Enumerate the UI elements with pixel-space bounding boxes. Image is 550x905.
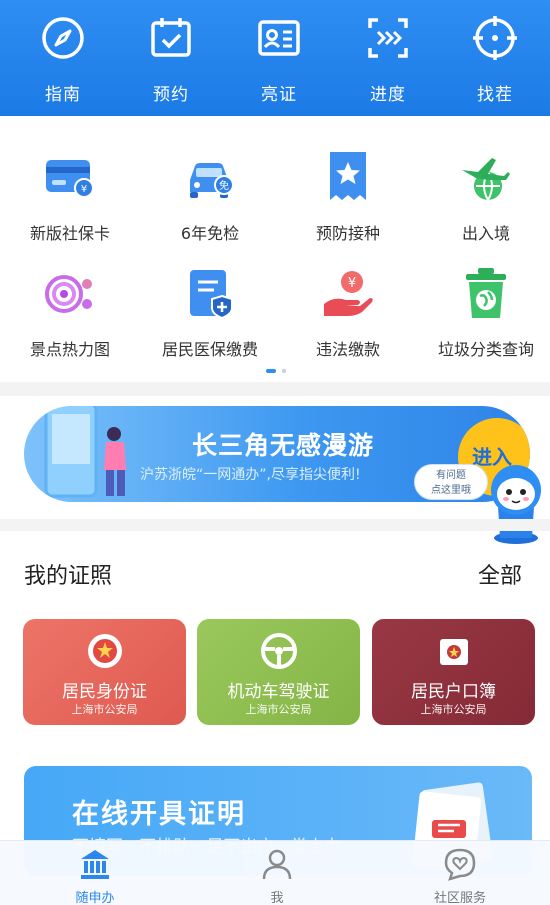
bank-building-icon <box>81 850 109 879</box>
service-label: 居民医保缴费 <box>161 340 258 359</box>
service-medical-insurance[interactable]: 居民医保缴费 <box>140 266 280 360</box>
tab-suishenban[interactable]: 随申办 <box>40 847 150 905</box>
help-bubble[interactable]: 有问题 点这里哦 <box>414 464 488 500</box>
trash-globe-icon <box>466 268 506 318</box>
phone-illustration <box>44 406 126 498</box>
service-label: 6年免检 <box>180 224 240 243</box>
top-nav-appointment[interactable]: 预约 <box>131 14 211 105</box>
license-issuer: 上海市公安局 <box>420 703 487 716</box>
fine-payment-icon: ¥ <box>324 271 373 316</box>
top-nav-show-license[interactable]: 亮证 <box>239 14 319 105</box>
service-fine-payment[interactable]: ¥ 违法缴款 <box>278 266 418 360</box>
section-divider <box>0 382 550 396</box>
assistant-mascot-icon[interactable] <box>484 462 548 546</box>
service-label: 出入境 <box>461 224 510 243</box>
license-card-driving[interactable]: 机动车驾驶证 上海市公安局 <box>197 619 360 725</box>
social-security-card-icon: ¥ <box>46 160 94 198</box>
license-title: 居民身份证 <box>62 682 147 702</box>
service-label: 违法缴款 <box>315 340 380 359</box>
license-title: 机动车驾驶证 <box>227 682 330 702</box>
banner-title: 长三角无感漫游 <box>192 431 375 460</box>
service-scenic-heatmap[interactable]: 景点热力图 <box>0 266 140 360</box>
top-nav-label: 进度 <box>370 85 406 105</box>
service-label: 垃圾分类查询 <box>437 340 534 359</box>
top-nav-label: 找茬 <box>477 85 513 105</box>
tab-community-service[interactable]: 社区服务 <box>405 847 515 905</box>
service-garbage-sorting[interactable]: 垃圾分类查询 <box>416 266 550 360</box>
license-issuer: 上海市公安局 <box>71 703 138 716</box>
service-vaccination[interactable]: 预防接种 <box>278 150 418 244</box>
tab-label: 随申办 <box>75 891 115 905</box>
service-social-security-card[interactable]: ¥ 新版社保卡 <box>0 150 140 244</box>
help-line-2: 点这里哦 <box>431 485 471 496</box>
svg-text:¥: ¥ <box>348 276 356 291</box>
top-nav-label: 预约 <box>153 85 189 105</box>
heatmap-icon <box>45 275 92 313</box>
top-nav-guide[interactable]: 指南 <box>23 14 103 105</box>
heart-chat-icon <box>444 848 476 881</box>
household-register-icon <box>440 639 468 665</box>
calendar-check-icon <box>151 18 191 57</box>
vaccination-star-icon <box>330 152 366 200</box>
view-all-link[interactable]: 全部 <box>478 558 522 590</box>
license-title: 居民户口簿 <box>411 682 496 702</box>
svg-text:¥: ¥ <box>81 184 87 195</box>
license-card-household[interactable]: 居民户口簿 上海市公安局 <box>372 619 535 725</box>
tab-label: 社区服务 <box>433 891 486 905</box>
steering-wheel-icon <box>261 633 297 669</box>
top-nav-progress[interactable]: 进度 <box>348 14 428 105</box>
top-nav-bar: 指南 预约 亮证 进度 找茬 <box>0 0 550 116</box>
car-exemption-icon: 免 <box>190 163 234 198</box>
target-icon <box>473 16 517 60</box>
national-emblem-icon <box>88 634 122 668</box>
license-issuer: 上海市公安局 <box>245 703 312 716</box>
top-nav-label: 亮证 <box>261 85 297 105</box>
svg-text:免: 免 <box>219 179 229 192</box>
service-label: 景点热力图 <box>29 340 110 359</box>
compass-icon <box>42 17 84 59</box>
service-entry-exit[interactable]: 出入境 <box>416 150 550 244</box>
carousel-dot <box>282 369 286 373</box>
medical-insurance-icon <box>190 270 233 320</box>
airplane-globe-icon <box>462 158 510 201</box>
banner-subtitle: 沪苏浙皖“一网通办”,尽享指尖便利! <box>140 467 361 483</box>
person-icon <box>262 849 292 880</box>
license-card-id[interactable]: 居民身份证 上海市公安局 <box>23 619 186 725</box>
section-divider <box>0 519 550 531</box>
service-car-exemption[interactable]: 免 6年免检 <box>140 150 280 244</box>
service-label: 新版社保卡 <box>29 224 110 243</box>
tab-label: 我 <box>270 891 284 905</box>
section-title: 我的证照 <box>24 564 113 589</box>
bottom-tab-bar: 随申办 我 社区服务 <box>0 840 550 905</box>
help-line-1: 有问题 <box>436 470 466 481</box>
id-card-icon <box>258 20 300 56</box>
top-nav-report-issue[interactable]: 找茬 <box>455 14 535 105</box>
top-nav-label: 指南 <box>45 85 81 105</box>
carousel-dot-active <box>266 369 276 373</box>
progress-icon <box>368 18 408 58</box>
promo-title: 在线开具证明 <box>72 799 246 830</box>
service-label: 预防接种 <box>315 224 380 243</box>
tab-me[interactable]: 我 <box>222 847 332 905</box>
